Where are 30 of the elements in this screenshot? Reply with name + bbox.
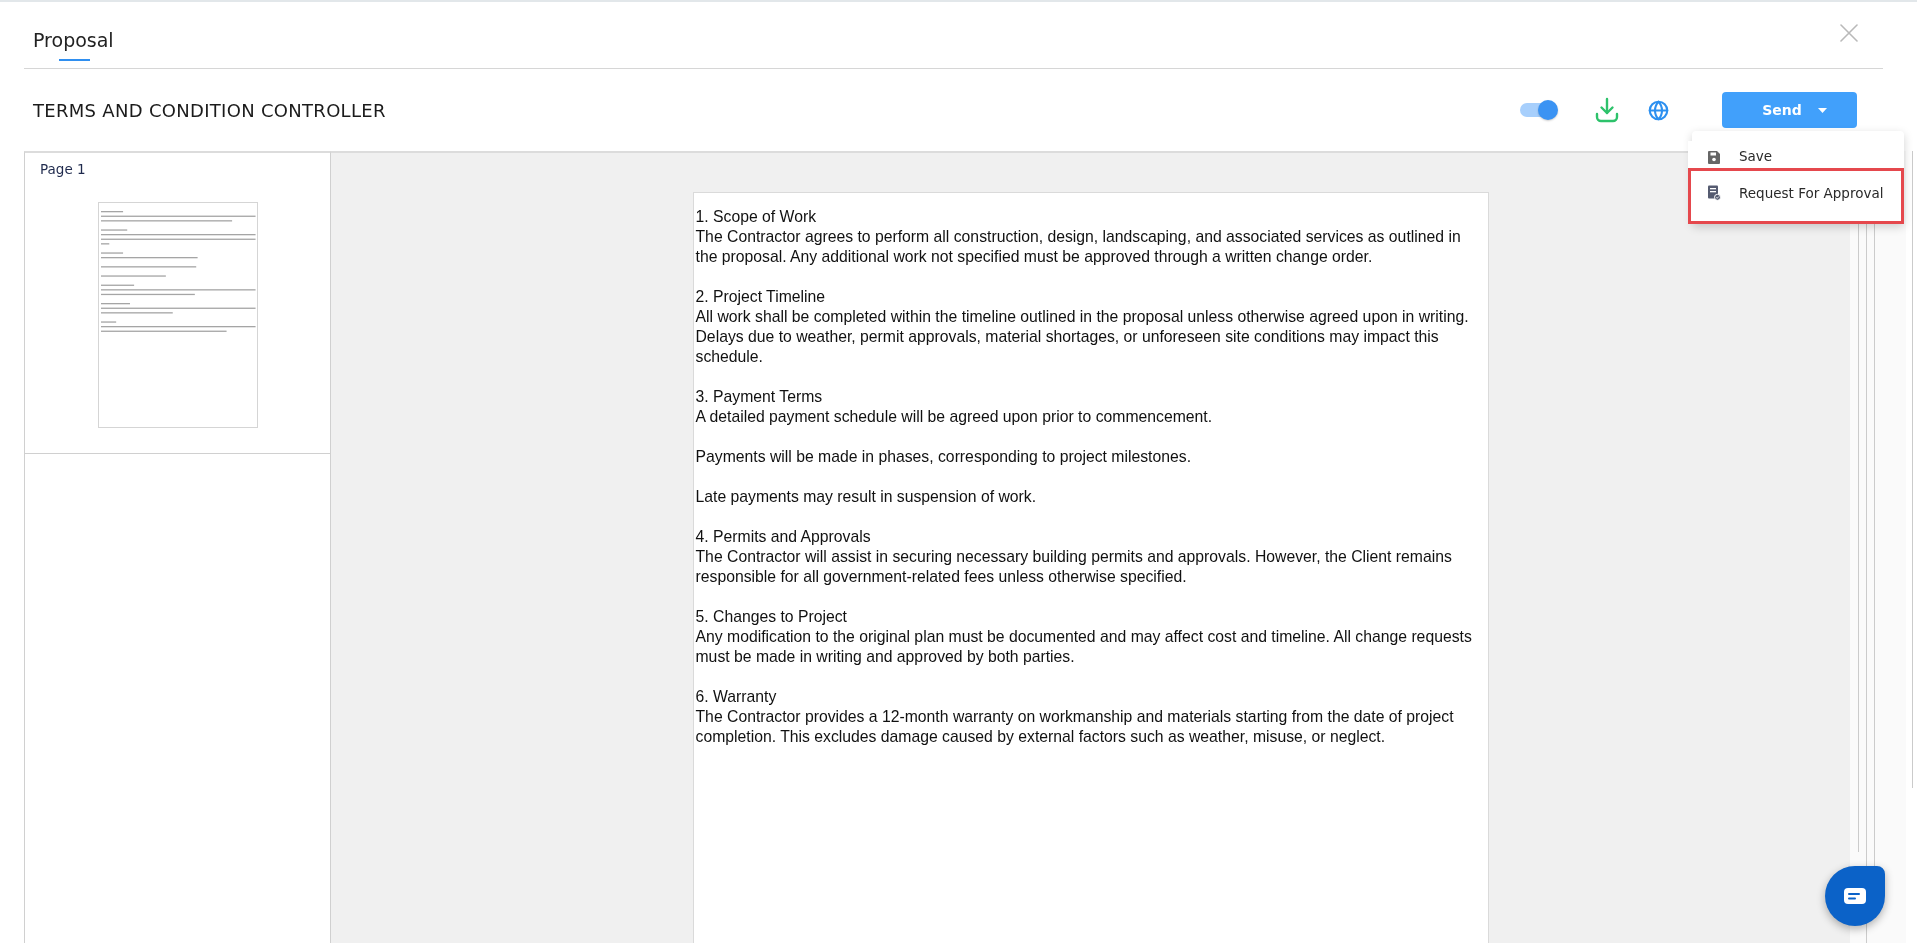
paragraph: Payments will be made in phases, corresponding to project milestones. xyxy=(695,447,1192,467)
paragraph: All work shall be completed within the timeline outlined in the proposal unless otherwise agreed upon in writing. Delays due to weather, permit approvals, material shortages, or unforeseen site conditions may impact this schedule. xyxy=(695,307,1470,367)
save-icon xyxy=(1707,148,1721,165)
section-heading: 2. Project Timeline xyxy=(695,287,827,307)
menu-item[interactable]: Save xyxy=(1688,141,1904,168)
section-heading: 6. Warranty xyxy=(695,687,778,707)
page-thumbnail-drawing[interactable] xyxy=(97,202,258,428)
toggle-switch[interactable] xyxy=(1520,100,1558,120)
globe-icon[interactable] xyxy=(1648,99,1669,121)
paragraph: The Contractor will assist in securing necessary building permits and approvals. However, the Client remains responsible for all government-related fees unless otherwise specified. xyxy=(695,547,1453,587)
page-title: TERMS AND CONDITION CONTROLLER xyxy=(33,99,387,121)
paragraph: The Contractor provides a 12-month warranty on workmanship and materials starting from the date of project completion. This excludes damage caused by external factors such as weather, misuse, or neglect. xyxy=(695,707,1455,747)
menu-item-label: Save xyxy=(1739,148,1773,165)
menu-item-label: Request For Approval xyxy=(1739,184,1884,202)
section-heading: 4. Permits and Approvals xyxy=(695,527,872,547)
caret-icon xyxy=(1817,107,1827,113)
section-heading: 5. Changes to Project xyxy=(695,607,848,627)
paragraph: Any modification to the original plan must be documented and may affect cost and timeline. All change requests must be made in writing and approved by both parties. xyxy=(695,627,1473,667)
message-icon xyxy=(1843,887,1867,905)
tab[interactable]: Proposal xyxy=(24,28,123,68)
paragraph: The Contractor agrees to perform all construction, design, landscaping, and associated services as outlined in the proposal. Any additional work not specified must be approved through a written change order. xyxy=(695,227,1462,267)
section-heading: 1. Scope of Work xyxy=(695,207,818,227)
document-check-icon xyxy=(1707,185,1721,201)
section-heading: 3. Payment Terms xyxy=(695,387,824,407)
download-icon[interactable] xyxy=(1595,97,1619,123)
paragraph: A detailed payment schedule will be agreed upon prior to commencement. xyxy=(695,407,1214,427)
page-label: Page 1 xyxy=(40,161,86,178)
menu-item[interactable]: Request For Approval xyxy=(1688,168,1904,224)
close-icon[interactable] xyxy=(1840,24,1858,42)
paragraph: Late payments may result in suspension of work. xyxy=(695,487,1038,507)
